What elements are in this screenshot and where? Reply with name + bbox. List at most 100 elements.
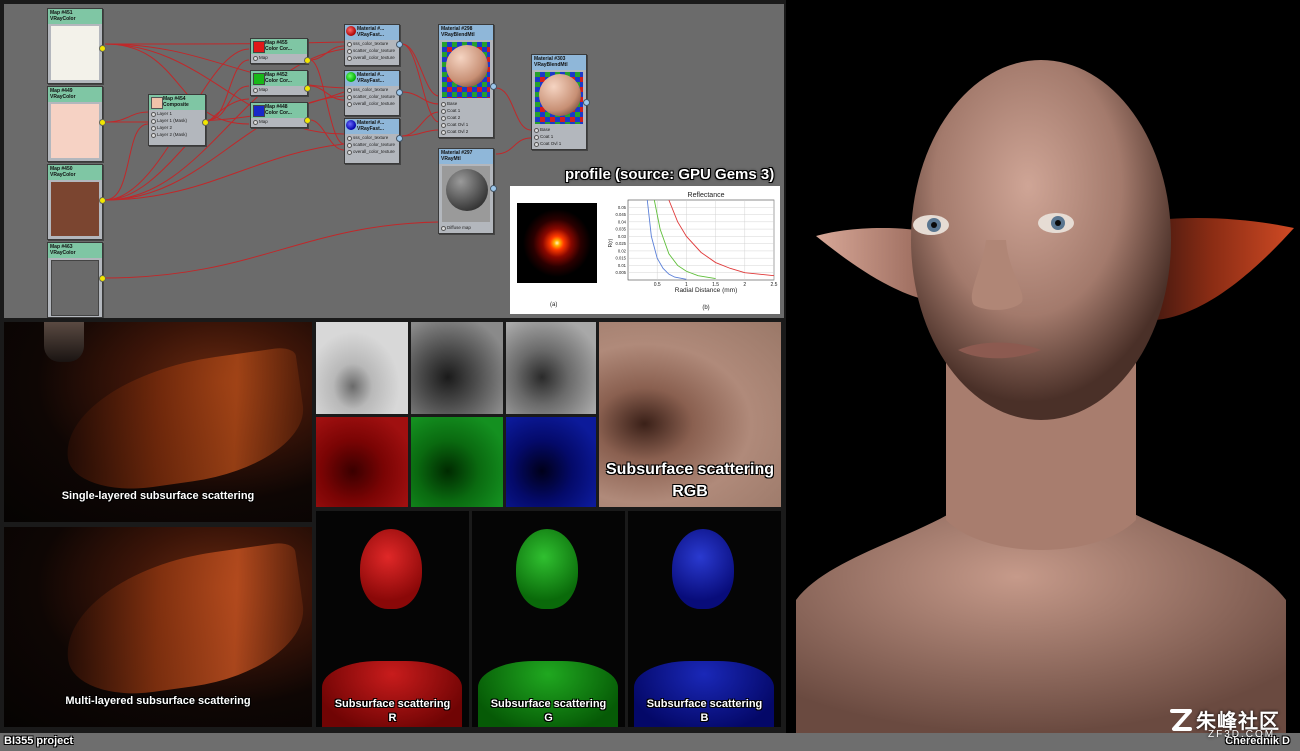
node-type: Color Cor... (265, 46, 292, 52)
node-slot[interactable]: Map (251, 86, 307, 93)
node-slot[interactable]: Layer 1 (Mask) (149, 117, 205, 124)
series-line-3 (668, 199, 775, 277)
chart-title: Reflectance (688, 192, 725, 199)
head-render-blue: Subsurface scattering B (628, 511, 781, 727)
output-port[interactable] (583, 99, 590, 106)
output-port[interactable] (396, 135, 403, 142)
node-map-448[interactable]: Map #448 Color Cor... Map (250, 102, 311, 128)
node-type: Color Cor... (265, 110, 292, 116)
node-slot[interactable]: Base (439, 100, 493, 107)
node-slot[interactable]: sss_color_texture (345, 40, 399, 47)
single-layer-caption: Single-layered subsurface scattering (61, 490, 255, 502)
node-slot[interactable]: Layer 1 (149, 110, 205, 117)
node-map-451[interactable]: Map #451 VRayColor (47, 8, 106, 84)
node-material-fastsss-b[interactable]: Material #... VRayFast... sss_color_textu… (344, 118, 403, 164)
output-port[interactable] (396, 89, 403, 96)
node-material-298[interactable]: Material #298 VRayBlendMtl Base Coat 1 Co… (438, 24, 497, 138)
x-tick-label: 2.5 (771, 282, 778, 288)
node-type: VRayColor (50, 16, 76, 22)
color-swatch (51, 26, 99, 80)
node-slot[interactable]: Coat Ovl 1 (439, 121, 493, 128)
output-port[interactable] (99, 275, 106, 282)
head-shape (672, 529, 734, 609)
node-slot[interactable]: sss_color_texture (345, 134, 399, 141)
head-shape (44, 322, 84, 362)
node-slot[interactable]: scatter_color_texture (345, 141, 399, 148)
node-map-452[interactable]: Map #452 Color Cor... Map (250, 70, 311, 96)
node-slot[interactable]: Base (532, 126, 586, 133)
profile-figure: (a) Reflectance 0.5 1 1.5 2 2.5 0.005 0.01 0.01… (510, 186, 780, 314)
node-slot[interactable]: overall_color_texture (345, 148, 399, 155)
node-material-303[interactable]: Material #303 VRayBlendMtl Base Coat 1 Co… (531, 54, 590, 150)
output-port[interactable] (490, 83, 497, 90)
material-preview (442, 166, 490, 222)
node-map-449[interactable]: Map #449 VRayColor (47, 86, 106, 162)
head (911, 60, 1171, 420)
node-slot[interactable]: scatter_color_texture (345, 47, 399, 54)
project-label: BI355 project (4, 735, 74, 747)
node-slot[interactable]: Layer 2 (Mask) (149, 131, 205, 138)
output-port[interactable] (304, 117, 311, 124)
chart-series (646, 199, 775, 280)
node-slot[interactable]: Coat 1 (532, 133, 586, 140)
node-map-450[interactable]: Map #450 VRayColor (47, 164, 106, 240)
output-port[interactable] (99, 119, 106, 126)
node-slot[interactable]: sss_color_texture (345, 86, 399, 93)
node-slot[interactable]: Diffuse map (439, 224, 493, 231)
node-slot[interactable]: Layer 2 (149, 124, 205, 131)
node-map-455[interactable]: Map #455 Color Cor... Map (250, 38, 311, 64)
material-preview (442, 42, 490, 98)
node-slot[interactable]: Map (251, 118, 307, 125)
main-head-render (786, 0, 1300, 733)
node-slot[interactable]: Coat 2 (439, 114, 493, 121)
output-port[interactable] (304, 57, 311, 64)
r-caption-line2: R (388, 712, 397, 724)
y-tick-label: 0.05 (618, 205, 627, 210)
node-type: Color Cor... (265, 78, 292, 84)
r-caption-line1: Subsurface scattering (334, 698, 451, 710)
y-tick-label: 0.035 (616, 227, 627, 232)
node-slot[interactable]: Coat Ovl 2 (439, 128, 493, 135)
ear-shape (56, 345, 312, 499)
nose-render-green (411, 417, 503, 507)
elf-head-illustration (796, 60, 1294, 733)
node-type: Composite (163, 102, 189, 108)
x-tick-label: 0.5 (654, 282, 661, 288)
output-port[interactable] (304, 85, 311, 92)
node-material-fastsss-g[interactable]: Material #... VRayFast... sss_color_textu… (344, 70, 403, 116)
output-port[interactable] (202, 119, 209, 126)
node-slot[interactable]: Coat 1 (439, 107, 493, 114)
material-sphere-icon (539, 74, 581, 116)
head-render-green: Subsurface scattering G (472, 511, 625, 727)
output-port[interactable] (396, 41, 403, 48)
node-slot[interactable]: Map (251, 54, 307, 61)
node-material-297[interactable]: Material #297 VRayMtl Diffuse map (438, 148, 497, 234)
node-type: VRayMtl (441, 156, 461, 162)
chart-grid (627, 199, 775, 281)
left-ear (816, 227, 926, 300)
output-port[interactable] (99, 45, 106, 52)
multi-layer-caption: Multi-layered subsurface scattering (65, 695, 251, 707)
node-slot[interactable]: overall_color_texture (345, 100, 399, 107)
color-swatch (151, 97, 163, 109)
node-material-fastsss-r[interactable]: Material #... VRayFast... sss_color_textu… (344, 24, 403, 66)
reflectance-chart: Reflectance 0.5 1 1.5 2 2.50.0050.010.0150.0… (608, 192, 778, 311)
rgb-caption-line2: RGB (672, 483, 708, 500)
node-map-463[interactable]: Map #463 VRayColor (47, 242, 106, 318)
material-sphere-icon (446, 45, 488, 87)
output-port[interactable] (490, 185, 497, 192)
color-swatch (253, 73, 265, 85)
node-type: VRayFast... (357, 32, 384, 38)
head-render-red: Subsurface scattering R (316, 511, 469, 727)
y-tick-label: 0.045 (616, 212, 627, 217)
node-slot[interactable]: Coat Ovl 1 (532, 140, 586, 147)
node-type: VRayColor (50, 172, 76, 178)
output-port[interactable] (99, 197, 106, 204)
nose-render-blue (506, 417, 596, 507)
node-slot[interactable]: scatter_color_texture (345, 93, 399, 100)
multi-layer-sss-render: Multi-layered subsurface scattering (4, 527, 312, 727)
color-swatch (51, 182, 99, 236)
label-b: (b) (702, 305, 709, 311)
node-slot[interactable]: overall_color_texture (345, 54, 399, 61)
node-map-454-composite[interactable]: Map #454 Composite Layer 1 Layer 1 (Mask)… (148, 94, 209, 146)
